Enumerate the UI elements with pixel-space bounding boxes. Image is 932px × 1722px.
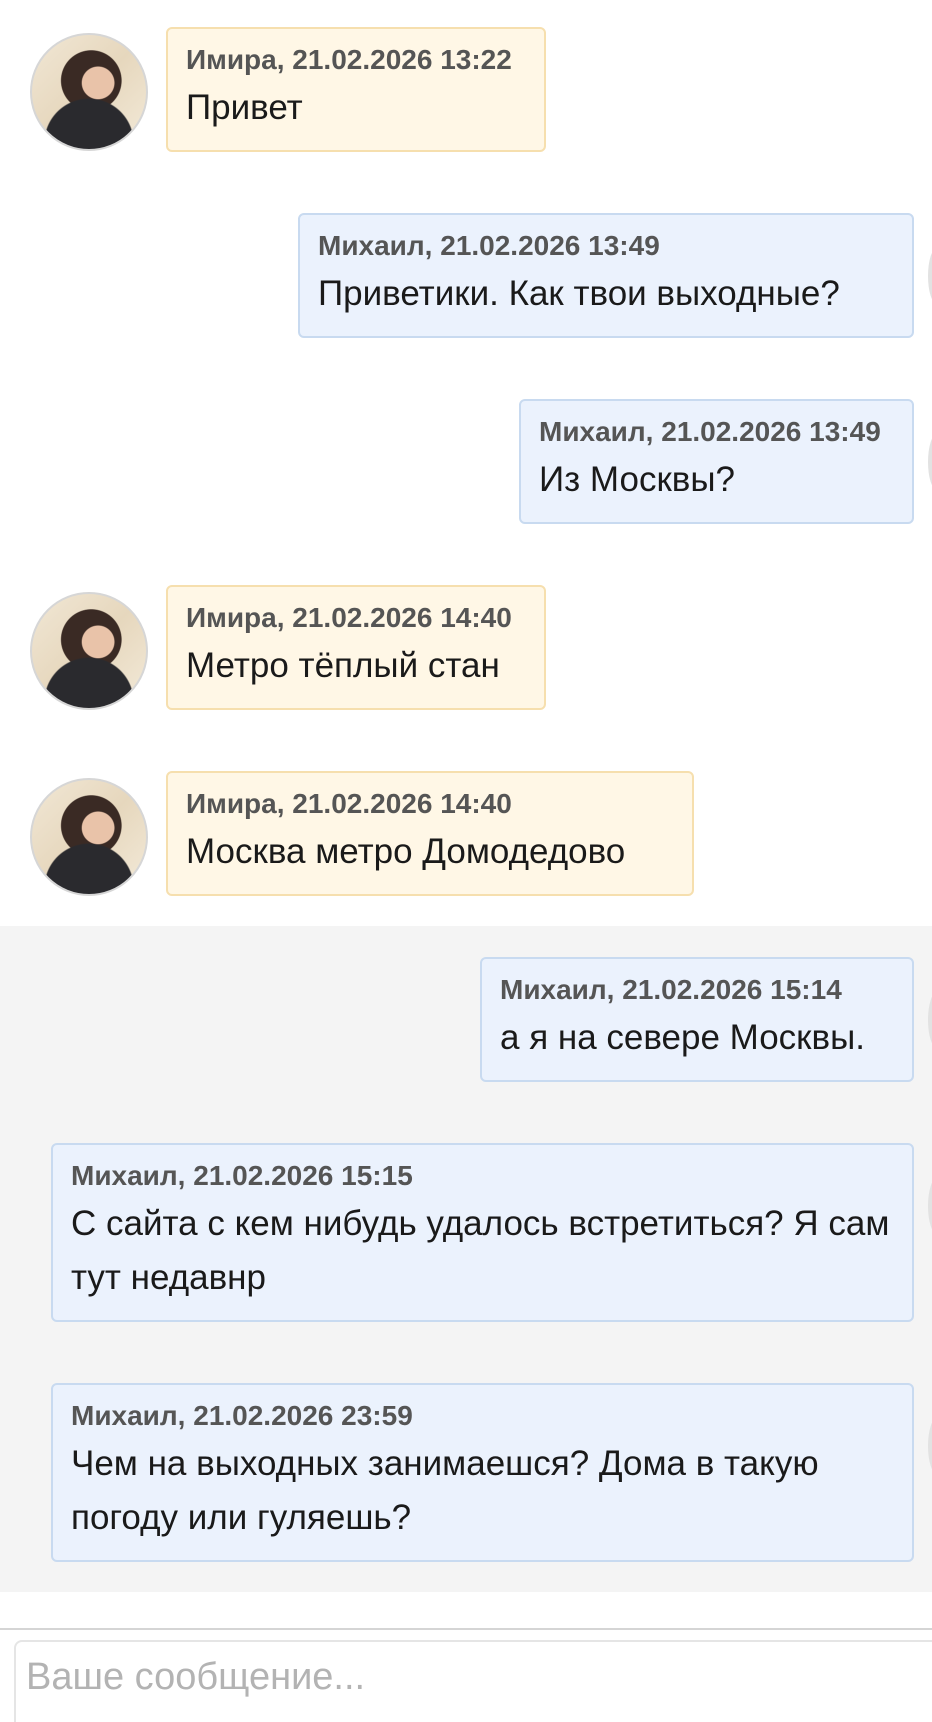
message-author-time: Имира, 21.02.2026 13:22 [186,44,512,75]
message-bubble-outgoing: Михаил, 21.02.2026 15:15 С сайта с кем н… [51,1143,914,1322]
message-author-time: Михаил, 21.02.2026 15:14 [500,974,842,1005]
message-bubble-incoming: Имира, 21.02.2026 14:40 Москва метро Дом… [166,771,694,896]
message-composer[interactable] [14,1640,932,1722]
message-bubble-outgoing: Михаил, 21.02.2026 15:14 а я на севере М… [480,957,914,1082]
message-text: Привет [186,88,303,127]
avatar[interactable] [30,33,148,151]
message-bubble-incoming: Имира, 21.02.2026 14:40 Метро тёплый ста… [166,585,546,710]
message-author-time: Михаил, 21.02.2026 13:49 [539,416,881,447]
message-text: Метро тёплый стан [186,646,500,685]
message-status-indicator [928,434,932,490]
message-text: С сайта с кем нибудь удалось встретиться… [71,1204,890,1297]
message-bubble-outgoing: Михаил, 21.02.2026 23:59 Чем на выходных… [51,1383,914,1562]
message-text: а я на севере Москвы. [500,1018,865,1057]
message-author-time: Имира, 21.02.2026 14:40 [186,602,512,633]
message-input[interactable] [16,1642,932,1712]
composer-divider [0,1628,932,1630]
message-author-time: Михаил, 21.02.2026 23:59 [71,1400,413,1431]
message-bubble-outgoing: Михаил, 21.02.2026 13:49 Приветики. Как … [298,213,914,338]
message-text: Чем на выходных занимаешся? Дома в такую… [71,1444,819,1537]
message-status-indicator [928,248,932,304]
message-bubble-incoming: Имира, 21.02.2026 13:22 Привет [166,27,546,152]
message-author-time: Михаил, 21.02.2026 13:49 [318,230,660,261]
message-text: Из Москвы? [539,460,735,499]
message-bubble-outgoing: Михаил, 21.02.2026 13:49 Из Москвы? [519,399,914,524]
message-text: Москва метро Домодедово [186,832,626,871]
chat-area: Имира, 21.02.2026 13:22 Привет Михаил, 2… [0,0,932,1722]
message-text: Приветики. Как твои выходные? [318,274,840,313]
avatar[interactable] [30,778,148,896]
message-author-time: Михаил, 21.02.2026 15:15 [71,1160,413,1191]
avatar[interactable] [30,592,148,710]
message-author-time: Имира, 21.02.2026 14:40 [186,788,512,819]
